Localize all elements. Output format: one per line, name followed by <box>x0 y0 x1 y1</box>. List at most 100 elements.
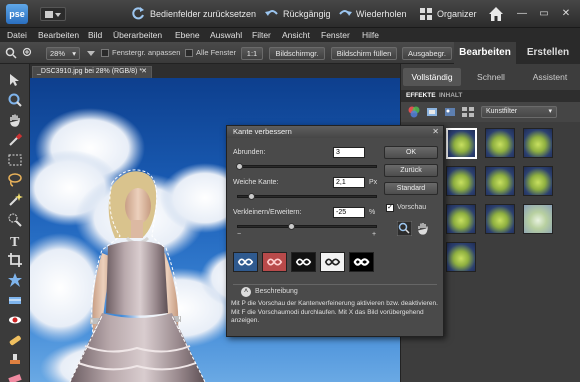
view-mode-white-icon[interactable] <box>320 252 345 272</box>
contract-expand-slider[interactable] <box>237 223 377 230</box>
cancel-button[interactable]: Zurück <box>384 164 438 177</box>
filter-thumbnail[interactable] <box>523 128 553 158</box>
screen-size-button[interactable]: Bildschirmgr. <box>269 47 325 60</box>
menu-datei[interactable]: Datei <box>7 29 27 41</box>
menu-bild[interactable]: Bild <box>88 29 102 41</box>
chevron-up-icon[interactable]: ˄ <box>241 287 251 297</box>
feather-input[interactable]: 2,1 <box>333 177 365 188</box>
zoom-tool-icon <box>5 47 17 59</box>
fill-screen-button[interactable]: Bildschirm füllen <box>331 47 397 60</box>
menu-ueberarbeiten[interactable]: Überarbeiten <box>113 29 162 41</box>
zoom-slider-icon[interactable] <box>86 49 96 57</box>
document-tab[interactable]: _DSC3910.jpg bei 28% (RGB/8) * ✕ <box>32 66 152 78</box>
preview-checkbox[interactable]: ✓ <box>386 204 394 212</box>
filter-thumbnail[interactable] <box>446 242 476 272</box>
organizer-button[interactable]: Organizer <box>437 7 477 21</box>
filter-thumbnail[interactable] <box>523 166 553 196</box>
print-size-button[interactable]: Ausgabegr. <box>402 47 452 60</box>
menu-ansicht[interactable]: Ansicht <box>282 29 310 41</box>
magic-wand-tool-icon[interactable] <box>7 192 23 208</box>
svg-text:T: T <box>10 235 20 248</box>
red-eye-tool-icon[interactable] <box>7 312 23 328</box>
contract-expand-slider-knob[interactable] <box>288 223 295 230</box>
mode-tab-quick[interactable]: Schnell <box>463 68 519 86</box>
filter-thumbnail[interactable] <box>446 204 476 234</box>
smooth-input[interactable]: 3 <box>333 147 365 158</box>
undo-icon[interactable] <box>264 6 280 22</box>
mode-tab-full[interactable]: Vollständig <box>403 68 461 86</box>
zoom-level-field[interactable]: 28% ▾ <box>46 47 80 60</box>
tab-bearbeiten[interactable]: Bearbeiten <box>454 42 516 64</box>
reset-panels-icon[interactable] <box>130 6 146 22</box>
crop-tool-icon[interactable] <box>7 252 23 268</box>
ok-button[interactable]: OK <box>384 146 438 159</box>
minimize-button[interactable]: — <box>512 6 532 22</box>
undo-button[interactable]: Rückgängig <box>283 7 331 21</box>
description-header[interactable]: Beschreibung <box>255 287 298 297</box>
view-mode-selection-icon[interactable] <box>233 252 258 272</box>
view-mode-overlay-icon[interactable] <box>262 252 287 272</box>
close-window-button[interactable]: ✕ <box>556 6 576 22</box>
home-icon[interactable] <box>488 6 504 22</box>
hand-icon[interactable] <box>415 221 430 236</box>
effects-toolbar: Kunstfilter ▾ <box>401 102 580 122</box>
maximize-button[interactable]: ▭ <box>534 6 554 22</box>
layer-styles-icon[interactable] <box>425 105 439 119</box>
menu-filter[interactable]: Filter <box>252 29 271 41</box>
preview-label: Vorschau <box>397 204 427 211</box>
filter-thumbnail[interactable] <box>485 204 515 234</box>
organizer-icon[interactable] <box>418 6 434 22</box>
contract-expand-input[interactable]: -25 <box>333 207 365 218</box>
move-tool-icon[interactable] <box>7 72 23 88</box>
default-button[interactable]: Standard <box>384 182 438 195</box>
actual-pixels-button[interactable]: 1:1 <box>241 47 263 60</box>
redo-button[interactable]: Wiederholen <box>356 7 407 21</box>
menu-auswahl[interactable]: Auswahl <box>210 29 242 41</box>
type-tool-icon[interactable]: T <box>7 232 23 248</box>
zoom-icon[interactable] <box>397 221 412 236</box>
mode-tab-guided[interactable]: Assistent <box>521 68 579 86</box>
cookie-cutter-tool-icon[interactable] <box>7 272 23 288</box>
smooth-slider[interactable] <box>236 163 377 170</box>
menu-hilfe[interactable]: Hilfe <box>362 29 379 41</box>
clone-stamp-tool-icon[interactable] <box>7 352 23 368</box>
close-icon[interactable]: ✕ <box>141 67 147 77</box>
tab-effekte[interactable]: EFFEKTE <box>406 91 436 101</box>
close-icon[interactable]: ✕ <box>432 126 439 138</box>
photo-effects-icon[interactable] <box>443 105 457 119</box>
filter-thumbnail[interactable] <box>446 166 476 196</box>
marquee-tool-icon[interactable] <box>7 152 23 168</box>
hand-tool-icon[interactable] <box>7 112 23 128</box>
lasso-tool-icon[interactable] <box>7 172 23 188</box>
view-mode-mask-icon[interactable] <box>349 252 374 272</box>
workspace-menu-button[interactable] <box>40 7 66 21</box>
dialog-title: Kante verbessern <box>227 126 443 138</box>
straighten-tool-icon[interactable] <box>7 292 23 308</box>
show-all-icon[interactable] <box>461 105 475 119</box>
quick-selection-tool-icon[interactable] <box>7 212 23 228</box>
menu-ebene[interactable]: Ebene <box>175 29 200 41</box>
filters-icon[interactable] <box>407 105 421 119</box>
feather-slider[interactable] <box>237 193 377 200</box>
tab-inhalt[interactable]: INHALT <box>439 91 462 101</box>
redo-icon[interactable] <box>337 6 353 22</box>
zoom-in-icon[interactable] <box>22 47 34 59</box>
reset-panels-button[interactable]: Bedienfelder zurücksetzen <box>150 7 256 21</box>
view-mode-black-icon[interactable] <box>291 252 316 272</box>
feather-slider-knob[interactable] <box>248 193 255 200</box>
filter-thumbnail[interactable] <box>485 166 515 196</box>
filter-category-select[interactable]: Kunstfilter ▾ <box>481 106 557 118</box>
healing-brush-tool-icon[interactable] <box>7 332 23 348</box>
filter-thumbnail[interactable] <box>446 128 477 159</box>
eyedropper-tool-icon[interactable] <box>7 132 23 148</box>
eraser-tool-icon[interactable] <box>7 370 23 382</box>
filter-thumbnail[interactable] <box>485 128 515 158</box>
fit-windows-checkbox[interactable] <box>101 49 109 57</box>
all-windows-checkbox[interactable] <box>185 49 193 57</box>
filter-thumbnail[interactable] <box>523 204 553 234</box>
smooth-slider-knob[interactable] <box>236 163 243 170</box>
tab-erstellen[interactable]: Erstellen <box>516 42 580 64</box>
menu-bearbeiten[interactable]: Bearbeiten <box>38 29 79 41</box>
menu-fenster[interactable]: Fenster <box>321 29 350 41</box>
zoom-tool-icon[interactable] <box>7 92 23 108</box>
